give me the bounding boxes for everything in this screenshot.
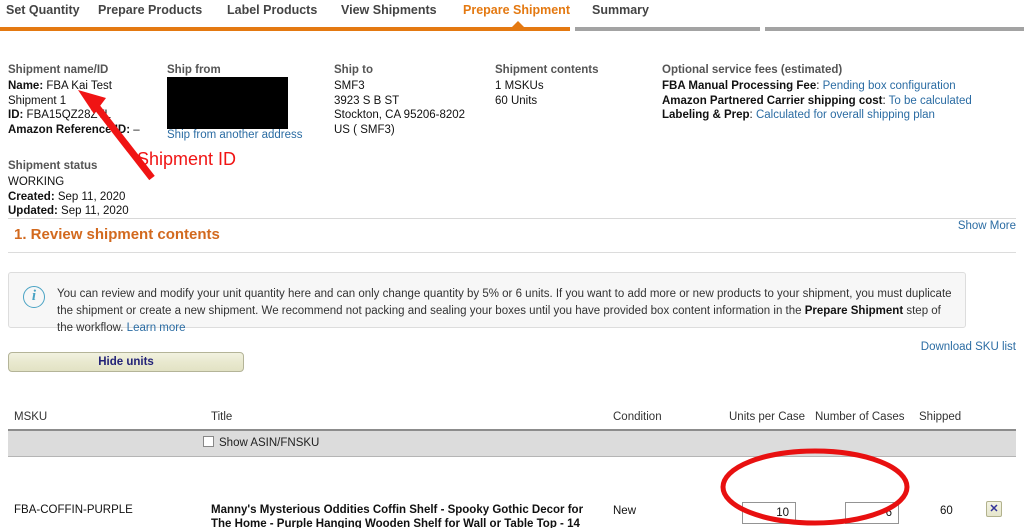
- column-header-shipped: Shipped: [919, 411, 962, 423]
- table-subheader-row: [8, 431, 1016, 456]
- fba-manual-processing-fee-label: FBA Manual Processing Fee: [662, 80, 817, 92]
- column-header-units-per-case: Units per Case: [729, 411, 806, 423]
- tab-prepare-shipment[interactable]: Prepare Shipment: [463, 3, 570, 17]
- tab-summary: Summary: [592, 3, 649, 17]
- hide-units-button[interactable]: Hide units: [8, 352, 244, 372]
- shipment-status-column: Shipment status WORKING Created: Sep 11,…: [8, 160, 129, 219]
- shipment-updated-value: Sep 11, 2020: [61, 205, 129, 217]
- cell-msku: FBA-COFFIN-PURPLE: [14, 504, 133, 516]
- number-of-cases-input[interactable]: [845, 502, 899, 524]
- summary-bottom-divider: [8, 218, 1016, 219]
- fba-prepare-shipment-page: Set Quantity Prepare Products Label Prod…: [0, 0, 1024, 528]
- ship-to-line-4: US ( SMF3): [334, 123, 395, 136]
- shipment-status-value: WORKING: [8, 176, 65, 188]
- download-sku-list-link[interactable]: Download SKU list: [921, 341, 1016, 353]
- units-per-case-input[interactable]: [742, 502, 796, 524]
- cell-condition: New: [613, 505, 637, 517]
- fba-manual-processing-fee-row: FBA Manual Processing Fee: Pending box c…: [662, 79, 1012, 94]
- shipment-id-value: FBA15QZ28ZTL: [26, 109, 111, 121]
- ship-from-heading: Ship from: [167, 64, 221, 76]
- ship-from-another-address-link[interactable]: Ship from another address: [167, 129, 303, 141]
- tab-prepare-products[interactable]: Prepare Products: [98, 3, 202, 17]
- remove-row-button[interactable]: ✕: [986, 501, 1002, 517]
- amazon-reference-id-label: Amazon Reference ID:: [8, 123, 131, 136]
- ship-to-line-1: SMF3: [334, 80, 365, 92]
- show-asin-fnsku-toggle[interactable]: Show ASIN/FNSKU: [203, 436, 319, 449]
- shipment-created-row: Created: Sep 11, 2020: [8, 190, 129, 205]
- partnered-carrier-cost-value[interactable]: To be calculated: [889, 95, 972, 107]
- info-icon: i: [23, 286, 45, 308]
- fba-manual-processing-fee-value[interactable]: Pending box configuration: [823, 80, 956, 92]
- shipment-contents-heading: Shipment contents: [495, 64, 599, 76]
- column-header-msku: MSKU: [14, 411, 48, 423]
- shipment-contents-units: 60 Units: [495, 94, 538, 107]
- shipment-status-heading: Shipment status: [8, 160, 98, 172]
- labeling-prep-value[interactable]: Calculated for overall shipping plan: [756, 109, 935, 121]
- shipment-contents-column: Shipment contents 1 MSKUs 60 Units: [495, 64, 650, 108]
- workflow-tabs: Set Quantity Prepare Products Label Prod…: [0, 0, 1024, 31]
- shipment-summary-panel: Shipment name/ID Name: FBA Kai Test Ship…: [0, 24, 1024, 232]
- tab-view-shipments[interactable]: View Shipments: [341, 3, 437, 17]
- ship-from-address-redacted: [167, 77, 288, 129]
- shipment-id-label: ID:: [8, 109, 24, 121]
- tab-label-products[interactable]: Label Products: [227, 3, 317, 17]
- cell-shipped: 60: [940, 505, 953, 517]
- learn-more-link[interactable]: Learn more: [127, 322, 186, 334]
- show-asin-fnsku-label: Show ASIN/FNSKU: [219, 437, 320, 449]
- info-callout-text: You can review and modify your unit quan…: [57, 286, 953, 337]
- shipment-created-label: Created:: [8, 190, 55, 203]
- amazon-reference-id-row: Amazon Reference ID: –: [8, 123, 160, 138]
- column-header-condition: Condition: [613, 411, 662, 423]
- amazon-reference-id-value: –: [133, 123, 140, 136]
- shipment-contents-table: MSKU Title Condition Units per Case Numb…: [0, 390, 1024, 528]
- table-header-row: MSKU Title Condition Units per Case Numb…: [0, 390, 1024, 423]
- ship-to-heading: Ship to: [334, 64, 373, 76]
- show-more-link[interactable]: Show More: [958, 220, 1016, 232]
- column-header-title: Title: [211, 411, 233, 423]
- info-callout-box: i You can review and modify your unit qu…: [8, 272, 966, 334]
- shipment-name-heading: Shipment name/ID: [8, 64, 109, 76]
- column-header-number-of-cases: Number of Cases: [815, 411, 905, 423]
- optional-service-fees-column: Optional service fees (estimated) FBA Ma…: [662, 64, 1012, 123]
- shipment-contents-mskus: 1 MSKUs: [495, 80, 544, 92]
- shipment-id-row: ID: FBA15QZ28ZTL: [8, 108, 160, 123]
- shipment-updated-row: Updated: Sep 11, 2020: [8, 204, 129, 219]
- shipment-name-row: Name: FBA Kai Test Shipment 1: [8, 79, 160, 108]
- labeling-prep-label: Labeling & Prep: [662, 109, 750, 121]
- review-shipment-contents-heading: 1. Review shipment contents: [14, 226, 220, 243]
- tab-set-quantity[interactable]: Set Quantity: [6, 3, 80, 17]
- product-title: Manny's Mysterious Oddities Coffin Shelf…: [211, 504, 584, 528]
- table-subheader-divider: [8, 456, 1016, 457]
- ship-to-line-3: Stockton, CA 95206-8202: [334, 109, 466, 121]
- ship-to-column: Ship to SMF3 3923 S B ST Stockton, CA 95…: [334, 64, 494, 137]
- partnered-carrier-cost-label: Amazon Partnered Carrier shipping cost: [662, 94, 883, 107]
- labeling-prep-row: Labeling & Prep: Calculated for overall …: [662, 108, 1012, 123]
- ship-to-line-2: 3923 S B ST: [334, 94, 400, 107]
- show-asin-fnsku-checkbox[interactable]: [203, 436, 214, 447]
- partnered-carrier-cost-row: Amazon Partnered Carrier shipping cost: …: [662, 94, 1012, 109]
- shipment-name-label: Name:: [8, 80, 44, 92]
- info-text-bold: Prepare Shipment: [804, 305, 904, 317]
- section-heading-divider: [8, 252, 1016, 253]
- shipment-updated-label: Updated:: [8, 205, 58, 217]
- shipment-name-column: Shipment name/ID Name: FBA Kai Test Ship…: [8, 64, 160, 137]
- optional-service-fees-heading: Optional service fees (estimated): [662, 64, 843, 76]
- cell-title: Manny's Mysterious Oddities Coffin Shelf…: [211, 503, 586, 528]
- shipment-created-value: Sep 11, 2020: [57, 190, 126, 203]
